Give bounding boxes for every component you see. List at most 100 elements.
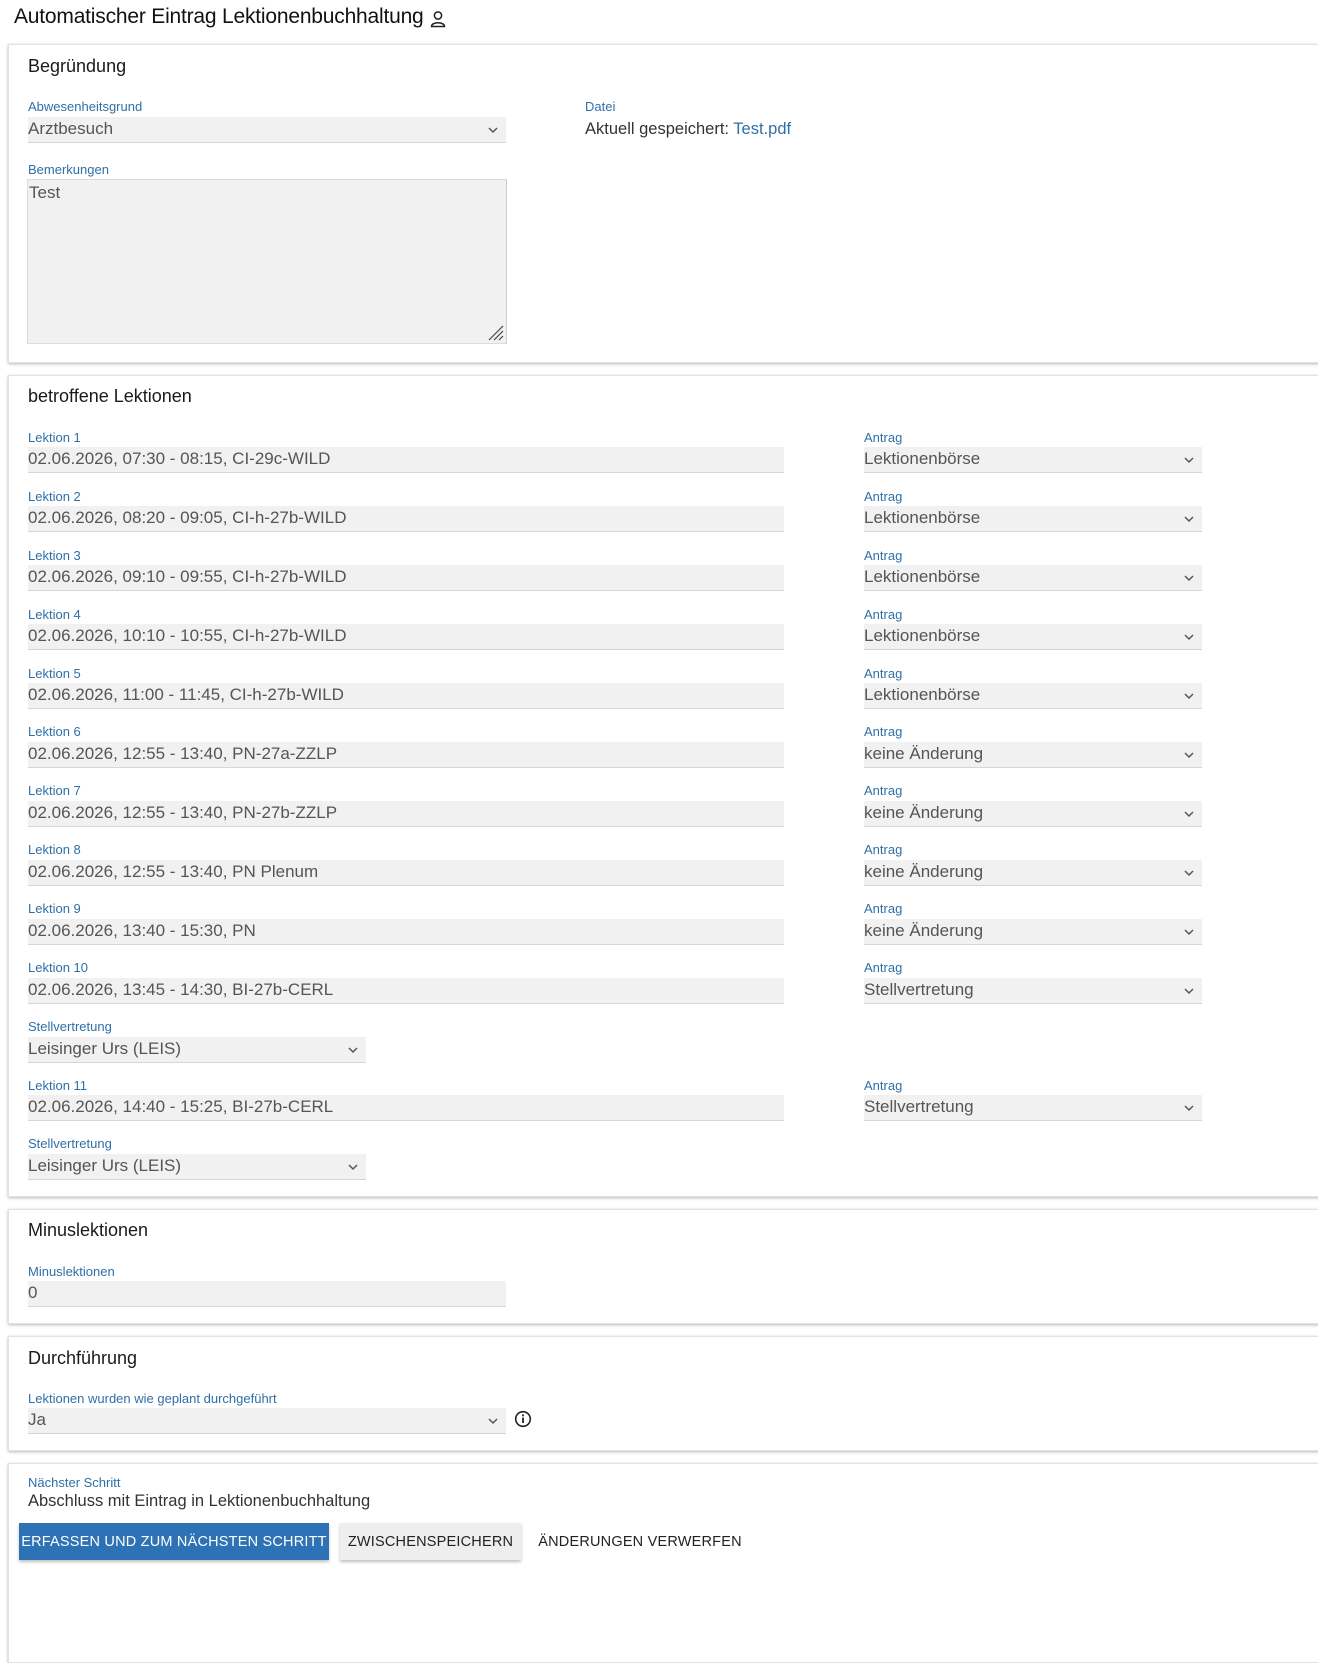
antrag-value: keine Änderung [864, 744, 984, 763]
lesson-value: 02.06.2026, 12:55 - 13:40, PN-27a-ZZLP [28, 744, 338, 763]
info-icon[interactable] [514, 1410, 532, 1428]
absence-reason-value: Arztbesuch [28, 119, 114, 138]
antrag-label: Antrag [864, 724, 903, 739]
chevron-down-icon [1184, 575, 1194, 582]
lesson-field: 02.06.2026, 12:55 - 13:40, PN Plenum [28, 860, 784, 886]
chevron-down-icon [1184, 811, 1194, 818]
chevron-down-icon [348, 1164, 358, 1171]
substitute-label: Stellvertretung [28, 1019, 112, 1034]
lesson-value: 02.06.2026, 10:10 - 10:55, CI-h-27b-WILD [28, 626, 347, 645]
antrag-label: Antrag [864, 1078, 903, 1093]
next-step-label: Nächster Schritt [28, 1475, 121, 1490]
antrag-select[interactable]: Stellvertretung [864, 1095, 1202, 1121]
minus-card: Minuslektionen Minuslektionen 0 [8, 1209, 1318, 1324]
person-icon [430, 10, 445, 27]
lesson-label: Lektion 2 [28, 489, 81, 504]
antrag-select[interactable]: Lektionenbörse [864, 506, 1202, 532]
lesson-label: Lektion 7 [28, 783, 81, 798]
lesson-value: 02.06.2026, 12:55 - 13:40, PN Plenum [28, 862, 319, 881]
save-draft-button[interactable]: ZWISCHENSPEICHERN [340, 1523, 521, 1560]
substitute-value: Leisinger Urs (LEIS) [28, 1039, 182, 1058]
minus-title: Minuslektionen [28, 1220, 149, 1240]
lesson-field: 02.06.2026, 13:45 - 14:30, BI-27b-CERL [28, 978, 784, 1004]
minus-value: 0 [28, 1283, 38, 1302]
lesson-field: 02.06.2026, 09:10 - 09:55, CI-h-27b-WILD [28, 565, 784, 591]
lesson-label: Lektion 4 [28, 607, 81, 622]
antrag-label: Antrag [864, 842, 903, 857]
lesson-field: 02.06.2026, 14:40 - 15:25, BI-27b-CERL [28, 1095, 784, 1121]
substitute-select[interactable]: Leisinger Urs (LEIS) [28, 1154, 366, 1180]
remarks-value: Test [29, 183, 61, 202]
absence-reason-label: Abwesenheitsgrund [28, 99, 143, 114]
executed-label: Lektionen wurden wie geplant durchgeführ… [28, 1391, 277, 1406]
durchfuehrung-card: Durchführung Lektionen wurden wie geplan… [8, 1336, 1318, 1451]
lesson-label: Lektion 1 [28, 430, 81, 445]
antrag-select[interactable]: Lektionenbörse [864, 624, 1202, 650]
executed-value: Ja [28, 1410, 46, 1429]
lesson-label: Lektion 5 [28, 666, 81, 681]
file-info: Aktuell gespeichert: Test.pdf [585, 120, 791, 139]
antrag-label: Antrag [864, 489, 903, 504]
antrag-select[interactable]: Stellvertretung [864, 978, 1202, 1004]
antrag-label: Antrag [864, 607, 903, 622]
file-prefix: Aktuell gespeichert: [585, 120, 729, 138]
lesson-value: 02.06.2026, 09:10 - 09:55, CI-h-27b-WILD [28, 567, 347, 586]
chevron-down-icon [488, 127, 498, 134]
executed-select[interactable]: Ja [28, 1408, 506, 1434]
antrag-select[interactable]: keine Änderung [864, 801, 1202, 827]
absence-reason-select[interactable]: Arztbesuch [28, 117, 506, 143]
lektionen-title: betroffene Lektionen [28, 386, 192, 406]
lesson-value: 02.06.2026, 11:00 - 11:45, CI-h-27b-WILD [28, 685, 344, 704]
antrag-select[interactable]: Lektionenbörse [864, 565, 1202, 591]
antrag-label: Antrag [864, 783, 903, 798]
antrag-value: Lektionenbörse [864, 626, 981, 645]
antrag-label: Antrag [864, 666, 903, 681]
chevron-down-icon [1184, 988, 1194, 995]
lesson-value: 02.06.2026, 14:40 - 15:25, BI-27b-CERL [28, 1097, 334, 1116]
antrag-value: keine Änderung [864, 862, 984, 881]
chevron-down-icon [1184, 693, 1194, 700]
file-link[interactable]: Test.pdf [733, 120, 791, 138]
begruendung-title: Begründung [28, 56, 127, 76]
antrag-select[interactable]: keine Änderung [864, 742, 1202, 768]
lesson-value: 02.06.2026, 12:55 - 13:40, PN-27b-ZZLP [28, 803, 338, 822]
antrag-value: keine Änderung [864, 803, 984, 822]
lesson-field: 02.06.2026, 12:55 - 13:40, PN-27a-ZZLP [28, 742, 784, 768]
substitute-select[interactable]: Leisinger Urs (LEIS) [28, 1037, 366, 1063]
lesson-value: 02.06.2026, 07:30 - 08:15, CI-29c-WILD [28, 449, 331, 468]
lesson-field: 02.06.2026, 13:40 - 15:30, PN [28, 919, 784, 945]
minus-input[interactable]: 0 [28, 1281, 506, 1307]
next-step-value: Abschluss mit Eintrag in Lektionenbuchha… [28, 1492, 371, 1510]
remarks-textarea[interactable]: Test [27, 179, 507, 344]
antrag-select[interactable]: keine Änderung [864, 919, 1202, 945]
antrag-label: Antrag [864, 430, 903, 445]
page-title-text: Automatischer Eintrag Lektionenbuchhaltu… [14, 5, 424, 28]
lesson-value: 02.06.2026, 13:40 - 15:30, PN [28, 921, 256, 940]
lektionen-card: betroffene Lektionen Lektion 1 02.06.202… [8, 375, 1318, 1197]
lesson-value: 02.06.2026, 13:45 - 14:30, BI-27b-CERL [28, 980, 334, 999]
minus-label: Minuslektionen [28, 1264, 115, 1279]
lesson-field: 02.06.2026, 08:20 - 09:05, CI-h-27b-WILD [28, 506, 784, 532]
remarks-label: Bemerkungen [28, 162, 109, 177]
submit-next-step-button[interactable]: ERFASSEN UND ZUM NÄCHSTEN SCHRITT [19, 1523, 329, 1560]
antrag-select[interactable]: Lektionenbörse [864, 683, 1202, 709]
chevron-down-icon [1184, 929, 1194, 936]
begruendung-card: Begründung Abwesenheitsgrund Arztbesuch … [8, 44, 1318, 363]
lesson-label: Lektion 10 [28, 960, 88, 975]
resize-handle-icon[interactable] [484, 321, 504, 341]
discard-changes-button[interactable]: ÄNDERUNGEN VERWERFEN [537, 1523, 743, 1560]
antrag-select[interactable]: keine Änderung [864, 860, 1202, 886]
lesson-label: Lektion 3 [28, 548, 81, 563]
antrag-value: Stellvertretung [864, 980, 974, 999]
lesson-field: 02.06.2026, 11:00 - 11:45, CI-h-27b-WILD [28, 683, 784, 709]
antrag-value: Stellvertretung [864, 1097, 974, 1116]
lesson-field: 02.06.2026, 10:10 - 10:55, CI-h-27b-WILD [28, 624, 784, 650]
antrag-select[interactable]: Lektionenbörse [864, 447, 1202, 473]
lesson-label: Lektion 8 [28, 842, 81, 857]
antrag-label: Antrag [864, 960, 903, 975]
chevron-down-icon [488, 1418, 498, 1425]
lesson-value: 02.06.2026, 08:20 - 09:05, CI-h-27b-WILD [28, 508, 347, 527]
lesson-field: 02.06.2026, 12:55 - 13:40, PN-27b-ZZLP [28, 801, 784, 827]
chevron-down-icon [1184, 457, 1194, 464]
chevron-down-icon [1184, 634, 1194, 641]
